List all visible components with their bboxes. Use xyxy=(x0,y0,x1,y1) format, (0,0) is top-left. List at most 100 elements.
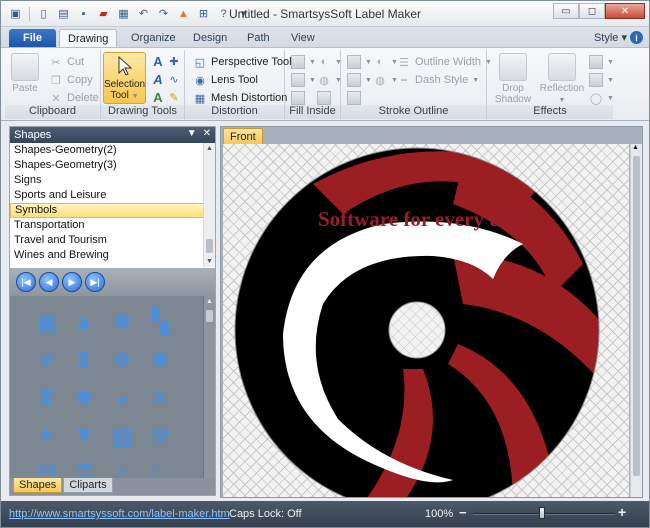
art-text-icon[interactable]: A xyxy=(151,72,165,87)
scroll-up-icon[interactable]: ▲ xyxy=(204,143,215,154)
microscope-icon[interactable]: ⚗ xyxy=(70,458,98,479)
scroll-down-icon[interactable]: ▼ xyxy=(204,256,215,267)
tab-organize[interactable]: Organize xyxy=(123,29,184,47)
website-link[interactable]: http://www.smartsyssoft.com/label-maker.… xyxy=(9,508,230,520)
hourglass-icon[interactable]: ⧗ xyxy=(70,346,98,374)
last-page-icon[interactable]: ▶| xyxy=(85,272,105,292)
category-scrollbar[interactable]: ▲ ▼ xyxy=(203,143,215,267)
ball-icon[interactable]: ◒ xyxy=(108,384,136,412)
selection-tool-label-2[interactable]: Tool ▼ xyxy=(110,90,138,102)
panel-menu-icon[interactable]: ▼ xyxy=(187,128,197,139)
design-canvas[interactable]: Software for every day xyxy=(223,144,629,497)
shaped-text-icon[interactable]: A xyxy=(151,90,165,105)
fill-style-button[interactable]: ◐ ▼ xyxy=(317,53,342,71)
diamond-dots-icon[interactable]: ❖ xyxy=(108,346,136,374)
category-item[interactable]: Shapes-Geometry(3) xyxy=(10,158,205,173)
fill-color-icon xyxy=(291,55,305,69)
selection-tool-button[interactable]: Selection Tool ▼ xyxy=(103,52,146,104)
category-item-selected[interactable]: Symbols xyxy=(10,203,205,218)
maximize-button[interactable]: ◻ xyxy=(579,3,605,19)
reflection-button[interactable]: Reflection ▼ xyxy=(537,53,587,106)
drop-shadow-icon xyxy=(499,53,527,81)
flag-icon[interactable]: ▚ xyxy=(146,308,174,336)
stroke-color-button[interactable]: ▼ xyxy=(347,53,372,71)
category-item[interactable]: Wines and Brewing xyxy=(10,248,205,263)
category-scroll-thumb[interactable] xyxy=(206,239,213,253)
tab-front[interactable]: Front xyxy=(223,128,263,144)
tanks-icon[interactable]: ▤ xyxy=(32,458,60,479)
zoom-out-button[interactable]: − xyxy=(459,505,467,520)
award-icon[interactable]: ▼ xyxy=(70,422,98,450)
file-tab[interactable]: File xyxy=(9,29,56,47)
biohazard-icon[interactable]: ☣ xyxy=(32,346,60,374)
radiation-icon[interactable]: ☢ xyxy=(146,422,174,450)
bezier-tool-icon[interactable]: ∿ xyxy=(167,72,181,86)
reflection-label: Reflection ▼ xyxy=(539,83,585,104)
category-item[interactable]: Shapes-Geometry(2) xyxy=(10,143,205,158)
effect-glow-button[interactable]: ▼ xyxy=(589,71,614,89)
gallery-scroll-thumb[interactable] xyxy=(206,310,213,322)
moon-icon[interactable]: ☾ xyxy=(146,458,174,479)
category-item[interactable]: Travel and Tourism xyxy=(10,233,205,248)
disc-title-text[interactable]: Software for every day xyxy=(318,207,522,231)
text-tool-icon[interactable]: A xyxy=(151,54,165,69)
panel-close-icon[interactable]: ✕ xyxy=(203,128,211,139)
zoom-slider-thumb[interactable] xyxy=(539,507,545,519)
perspective-tool-button[interactable]: ◱ Perspective Tool xyxy=(193,53,292,71)
copy-button[interactable]: ❐ Copy xyxy=(49,71,93,89)
gradient-button[interactable]: ▼ xyxy=(291,71,316,89)
effect-3d-button[interactable]: ▼ xyxy=(589,53,614,71)
image-icon[interactable]: ▣ xyxy=(32,308,60,336)
stroke-style-button[interactable]: ◐ ▼ xyxy=(373,53,398,71)
starburst-icon[interactable]: ✸ xyxy=(70,384,98,412)
tab-path[interactable]: Path xyxy=(239,29,278,47)
stroke-gradient-button[interactable]: ▼ xyxy=(347,71,372,89)
minimize-button[interactable]: ▭ xyxy=(553,3,579,19)
checker-icon[interactable]: ▩ xyxy=(108,422,136,450)
shapes-panel-title: Shapes xyxy=(14,129,52,141)
sunburst-icon[interactable]: ✹ xyxy=(146,346,174,374)
disc-label[interactable]: Software for every day xyxy=(223,144,629,497)
shape-tool-icon[interactable]: ✚ xyxy=(167,54,181,68)
tab-shapes[interactable]: Shapes xyxy=(13,478,63,493)
mountain-icon[interactable]: ▲ xyxy=(70,308,98,336)
canvas-scroll-up-icon[interactable]: ▲ xyxy=(632,144,639,151)
canvas-scroll-thumb[interactable] xyxy=(633,156,640,476)
gallery-scrollbar[interactable]: ▲ xyxy=(203,296,215,478)
cross-swords-icon[interactable]: ✕ xyxy=(146,384,174,412)
fill-color-button[interactable]: ▼ xyxy=(291,53,316,71)
tab-view[interactable]: View xyxy=(283,29,323,47)
clipboard-label: Clipboard xyxy=(5,105,100,119)
close-button[interactable]: ✕ xyxy=(605,3,645,19)
zoom-in-button[interactable]: + xyxy=(618,504,626,520)
fist-icon[interactable]: ♜ xyxy=(32,384,60,412)
lens-tool-button[interactable]: ◉ Lens Tool xyxy=(193,71,258,89)
zoom-percent: 100% xyxy=(425,508,454,520)
status-bar: http://www.smartsyssoft.com/label-maker.… xyxy=(1,501,649,527)
category-item[interactable]: Sports and Leisure xyxy=(10,188,205,203)
cut-button[interactable]: ✂ Cut xyxy=(49,53,84,71)
category-item[interactable]: Transportation xyxy=(10,218,205,233)
triangle-icon[interactable]: △ xyxy=(108,458,136,479)
paste-button[interactable]: Paste xyxy=(11,53,39,94)
gear-icon[interactable]: ✺ xyxy=(108,308,136,336)
reflection-icon xyxy=(548,53,576,81)
stroke-style-icon: ◐ xyxy=(376,56,384,68)
gallery-scroll-up-icon[interactable]: ▲ xyxy=(204,296,215,307)
tab-drawing[interactable]: Drawing xyxy=(59,29,118,47)
stroke-pattern-button[interactable]: ◍ ▼ xyxy=(373,71,398,89)
dash-style-dropdown[interactable]: ┅ Dash Style ▼ xyxy=(397,71,479,89)
first-page-icon[interactable]: |◀ xyxy=(16,272,36,292)
next-page-icon[interactable]: ▶ xyxy=(62,272,82,292)
style-menu[interactable]: Style ▾ xyxy=(594,31,627,44)
bat-icon[interactable]: ✦ xyxy=(32,422,60,450)
category-item[interactable]: Signs xyxy=(10,173,205,188)
about-icon[interactable]: i xyxy=(630,31,643,44)
pattern-button[interactable]: ◍ ▼ xyxy=(317,71,342,89)
prev-page-icon[interactable]: ◀ xyxy=(39,272,59,292)
tab-cliparts[interactable]: Cliparts xyxy=(63,478,113,493)
pencil-tool-icon[interactable]: ✎ xyxy=(167,90,181,104)
canvas-scrollbar[interactable]: ▲ xyxy=(630,144,642,497)
outline-width-dropdown[interactable]: ☰ Outline Width ▼ xyxy=(397,53,492,71)
tab-design[interactable]: Design xyxy=(185,29,235,47)
